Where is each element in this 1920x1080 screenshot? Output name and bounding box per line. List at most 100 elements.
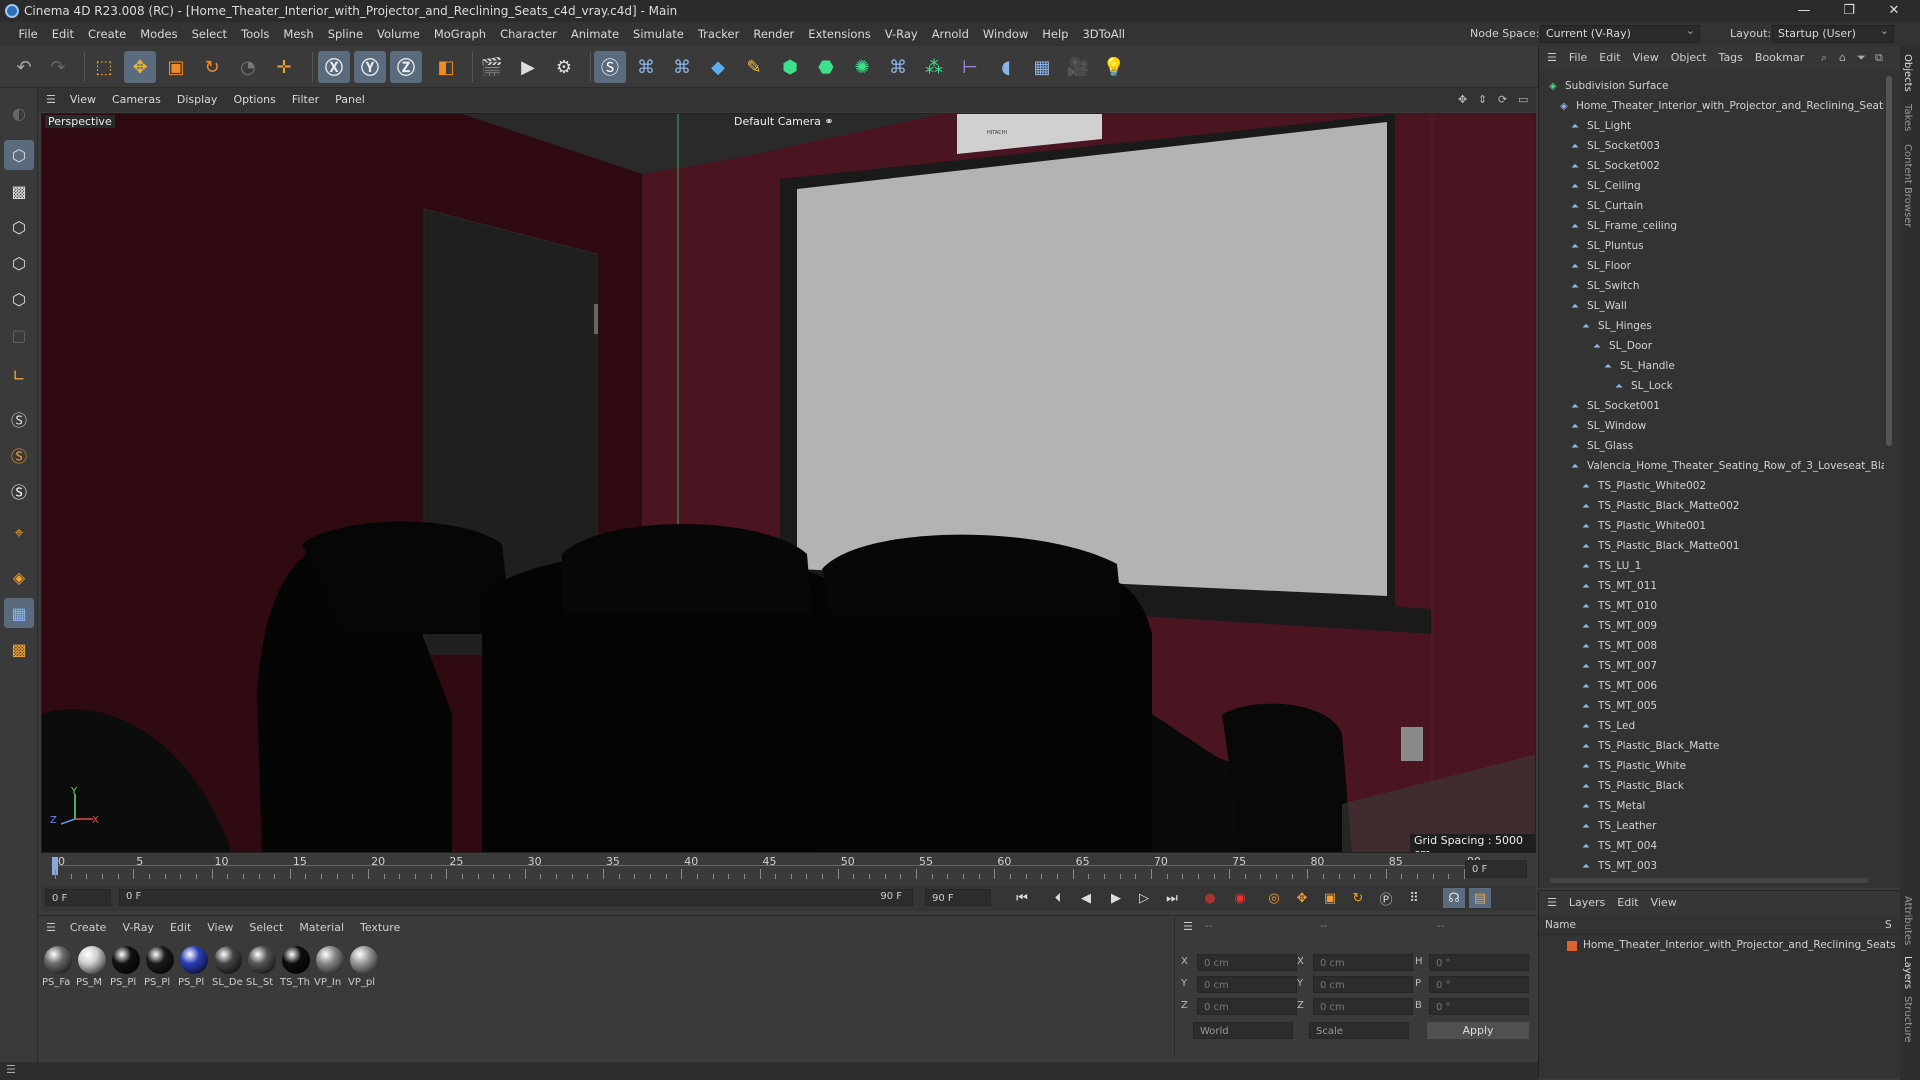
material-swatch[interactable] [78, 946, 106, 974]
object-tree-item[interactable]: ⏶ SL_Lock [1615, 376, 1673, 396]
make-editable-icon[interactable]: ◐ [4, 98, 34, 128]
coord-hamburger-icon[interactable]: ☰ [1183, 920, 1193, 933]
y-axis-lock-icon[interactable]: Ⓨ [354, 51, 386, 83]
pen-spline-icon[interactable]: ✎ [738, 51, 770, 83]
material-swatch[interactable] [44, 946, 72, 974]
object-tree-item[interactable]: ⏶ SL_Light [1571, 116, 1631, 136]
play-icon[interactable]: ▶ [1105, 888, 1127, 908]
object-tree-item[interactable]: ⏶ TS_LU_1 [1582, 556, 1641, 576]
lock-workplane-icon[interactable]: ▩ [4, 634, 34, 664]
object-tree-item[interactable]: ⏶ TS_Plastic_White001 [1582, 516, 1706, 536]
layout-dropdown[interactable]: Startup (User) [1772, 23, 1894, 43]
render-view-icon[interactable]: 🎬 [476, 51, 508, 83]
keyframe-selection-icon[interactable]: ◎ [1263, 888, 1285, 908]
object-tree-item[interactable]: ⏶ TS_MT_011 [1582, 576, 1657, 596]
viewport-hamburger-icon[interactable]: ☰ [38, 88, 62, 112]
objects-menu-tags[interactable]: Tags [1713, 46, 1749, 70]
start-frame-field[interactable]: 0 F [45, 889, 111, 906]
quantize-icon[interactable]: Ⓢ [4, 476, 34, 506]
material-menu-vray[interactable]: V-Ray [114, 916, 162, 940]
object-tree-item[interactable]: ⏶ SL_Glass [1571, 436, 1633, 456]
scale-tool-icon[interactable]: ▣ [160, 51, 192, 83]
menu-mograph[interactable]: MoGraph [427, 22, 493, 46]
size-x-field[interactable]: 0 cm [1313, 954, 1413, 971]
extrude-generator-icon[interactable]: ⬣ [810, 51, 842, 83]
object-tree-item[interactable]: ⏶ TS_MT_010 [1582, 596, 1657, 616]
object-tree-item[interactable]: ⏶ TS_Plastic_Black_Matte002 [1582, 496, 1739, 516]
minimize-button[interactable]: — [1784, 0, 1824, 22]
apply-button[interactable]: Apply [1427, 1022, 1529, 1039]
layers-hamburger-icon[interactable]: ☰ [1539, 891, 1563, 915]
material-swatch[interactable] [350, 946, 378, 974]
rotation-h-field[interactable]: 0 ° [1429, 954, 1529, 971]
object-tree-item[interactable]: ⏶ TS_Led [1582, 716, 1635, 736]
recent-tools-icon[interactable]: ◔ [232, 51, 264, 83]
object-tree-item[interactable]: ⏶ SL_Floor [1571, 256, 1631, 276]
preview-range-slider[interactable]: 0 F 90 F [119, 889, 913, 906]
object-tree-item[interactable]: ⏶ SL_Hinges [1582, 316, 1652, 336]
menu-tools[interactable]: Tools [234, 22, 276, 46]
light-icon[interactable]: 💡 [1098, 51, 1130, 83]
timeline-ruler[interactable]: 051015202530354045505560657075808590 0 F [41, 855, 1536, 885]
previous-frame-icon[interactable]: ◀ [1075, 888, 1097, 908]
render-settings-icon[interactable]: ⚙ [548, 51, 580, 83]
object-tree-item[interactable]: ⏶ TS_MT_006 [1582, 676, 1657, 696]
objects-menu-edit[interactable]: Edit [1593, 46, 1626, 70]
material-swatch[interactable] [248, 946, 276, 974]
viewport-menu-options[interactable]: Options [225, 88, 283, 112]
objects-menu-view[interactable]: View [1627, 46, 1665, 70]
viewport-menu-view[interactable]: View [62, 88, 104, 112]
object-tree-item[interactable]: ⏶ TS_MT_008 [1582, 636, 1657, 656]
menu-select[interactable]: Select [185, 22, 234, 46]
vray-icon[interactable]: Ⓢ [594, 51, 626, 83]
cube-primitive-icon[interactable]: ◆ [702, 51, 734, 83]
material-swatch[interactable] [282, 946, 310, 974]
object-tree-item[interactable]: ⏶ TS_Plastic_Black [1582, 776, 1684, 796]
viewport-zoom-icon[interactable]: ⇕ [1478, 88, 1487, 112]
object-tree-item[interactable]: ◈ Home_Theater_Interior_with_Projector_an… [1560, 96, 1884, 116]
object-tree-item[interactable]: ⏶ Valencia_Home_Theater_Seating_Row_of_3_… [1571, 456, 1884, 476]
layers-menu-view[interactable]: View [1645, 891, 1683, 915]
floor-environment-icon[interactable]: ▦ [1026, 51, 1058, 83]
menu-character[interactable]: Character [493, 22, 564, 46]
object-tree-item[interactable]: ⏶ SL_Pluntus [1571, 236, 1644, 256]
render-picture-viewer-icon[interactable]: ▶ [512, 51, 544, 83]
menu-tracker[interactable]: Tracker [691, 22, 747, 46]
menu-window[interactable]: Window [976, 22, 1035, 46]
camera-icon[interactable]: 🎥 [1062, 51, 1094, 83]
z-axis-lock-icon[interactable]: Ⓩ [390, 51, 422, 83]
menu-spline[interactable]: Spline [321, 22, 370, 46]
object-tree-item[interactable]: ⏶ SL_Door [1593, 336, 1652, 356]
viewport-rotate-icon[interactable]: ⟳ [1498, 88, 1507, 112]
menu-vray[interactable]: V-Ray [878, 22, 925, 46]
layers-menu-layers[interactable]: Layers [1563, 891, 1611, 915]
menu-animate[interactable]: Animate [564, 22, 626, 46]
material-swatch[interactable] [112, 946, 140, 974]
menu-extensions[interactable]: Extensions [801, 22, 877, 46]
object-tree-item[interactable]: ⏶ SL_Switch [1571, 276, 1639, 296]
timeline-window-icon[interactable]: ▤ [1469, 888, 1491, 908]
object-tree-item[interactable]: ⏶ SL_Window [1571, 416, 1646, 436]
object-tree-item[interactable]: ⏶ SL_Socket002 [1571, 156, 1660, 176]
end-frame-field[interactable]: 90 F [925, 889, 991, 906]
size-y-field[interactable]: 0 cm [1313, 976, 1413, 993]
side-tab-structure[interactable]: Structure [1902, 996, 1913, 1043]
model-mode-icon[interactable]: ⬡ [4, 140, 34, 170]
uv-mode-icon[interactable]: ▢ [4, 320, 34, 350]
objects-hscrollbar[interactable] [1549, 878, 1869, 883]
side-tab-layers[interactable]: Layers [1902, 956, 1913, 989]
menu-mesh[interactable]: Mesh [276, 22, 320, 46]
object-tree-item[interactable]: ⏶ SL_Socket003 [1571, 136, 1660, 156]
object-tree-item[interactable]: ⏶ TS_MT_005 [1582, 696, 1657, 716]
go-to-start-icon[interactable]: ⏮ [1011, 888, 1033, 908]
menu-arnold[interactable]: Arnold [925, 22, 976, 46]
menu-render[interactable]: Render [746, 22, 801, 46]
x-axis-lock-icon[interactable]: Ⓧ [318, 51, 350, 83]
side-tab-objects[interactable]: Objects [1902, 54, 1913, 92]
key-rotation-icon[interactable]: ↻ [1347, 888, 1369, 908]
camera-label[interactable]: Default Camera ⚭ [728, 115, 840, 128]
close-button[interactable]: ✕ [1874, 0, 1914, 22]
rotation-b-field[interactable]: 0 ° [1429, 998, 1529, 1015]
size-z-field[interactable]: 0 cm [1313, 998, 1413, 1015]
scale-dropdown[interactable]: Scale [1309, 1022, 1409, 1039]
